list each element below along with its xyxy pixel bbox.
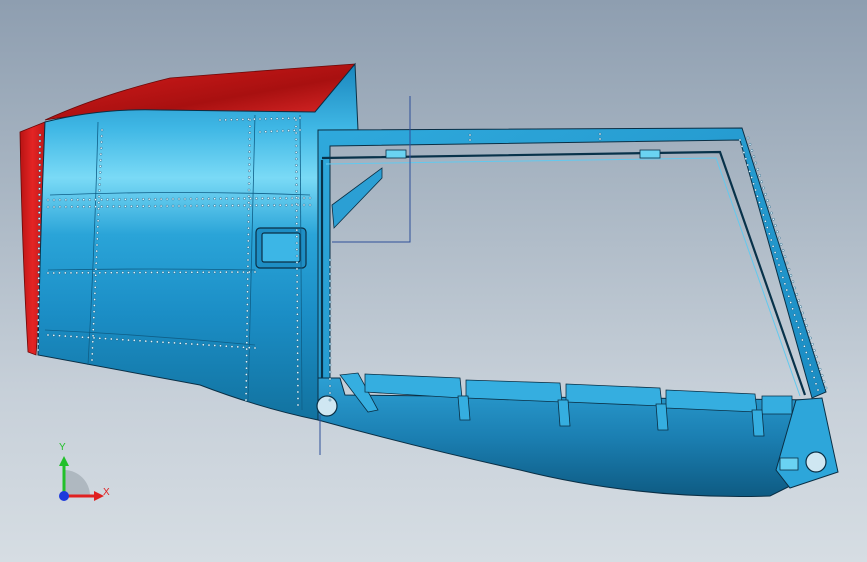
frame-clip-right	[639, 149, 661, 159]
model-canvas[interactable]	[0, 0, 867, 562]
cad-3d-viewport[interactable]: Y X	[0, 0, 867, 562]
rear-pin-hole	[805, 451, 827, 473]
x-axis-label: X	[103, 487, 110, 498]
z-axis-dot	[59, 491, 69, 501]
y-axis-label: Y	[59, 442, 66, 453]
access-panel[interactable]	[255, 227, 307, 269]
front-pin-hole	[316, 395, 338, 417]
nacelle-skin[interactable]	[37, 62, 359, 421]
frame-clip-left	[385, 149, 407, 159]
